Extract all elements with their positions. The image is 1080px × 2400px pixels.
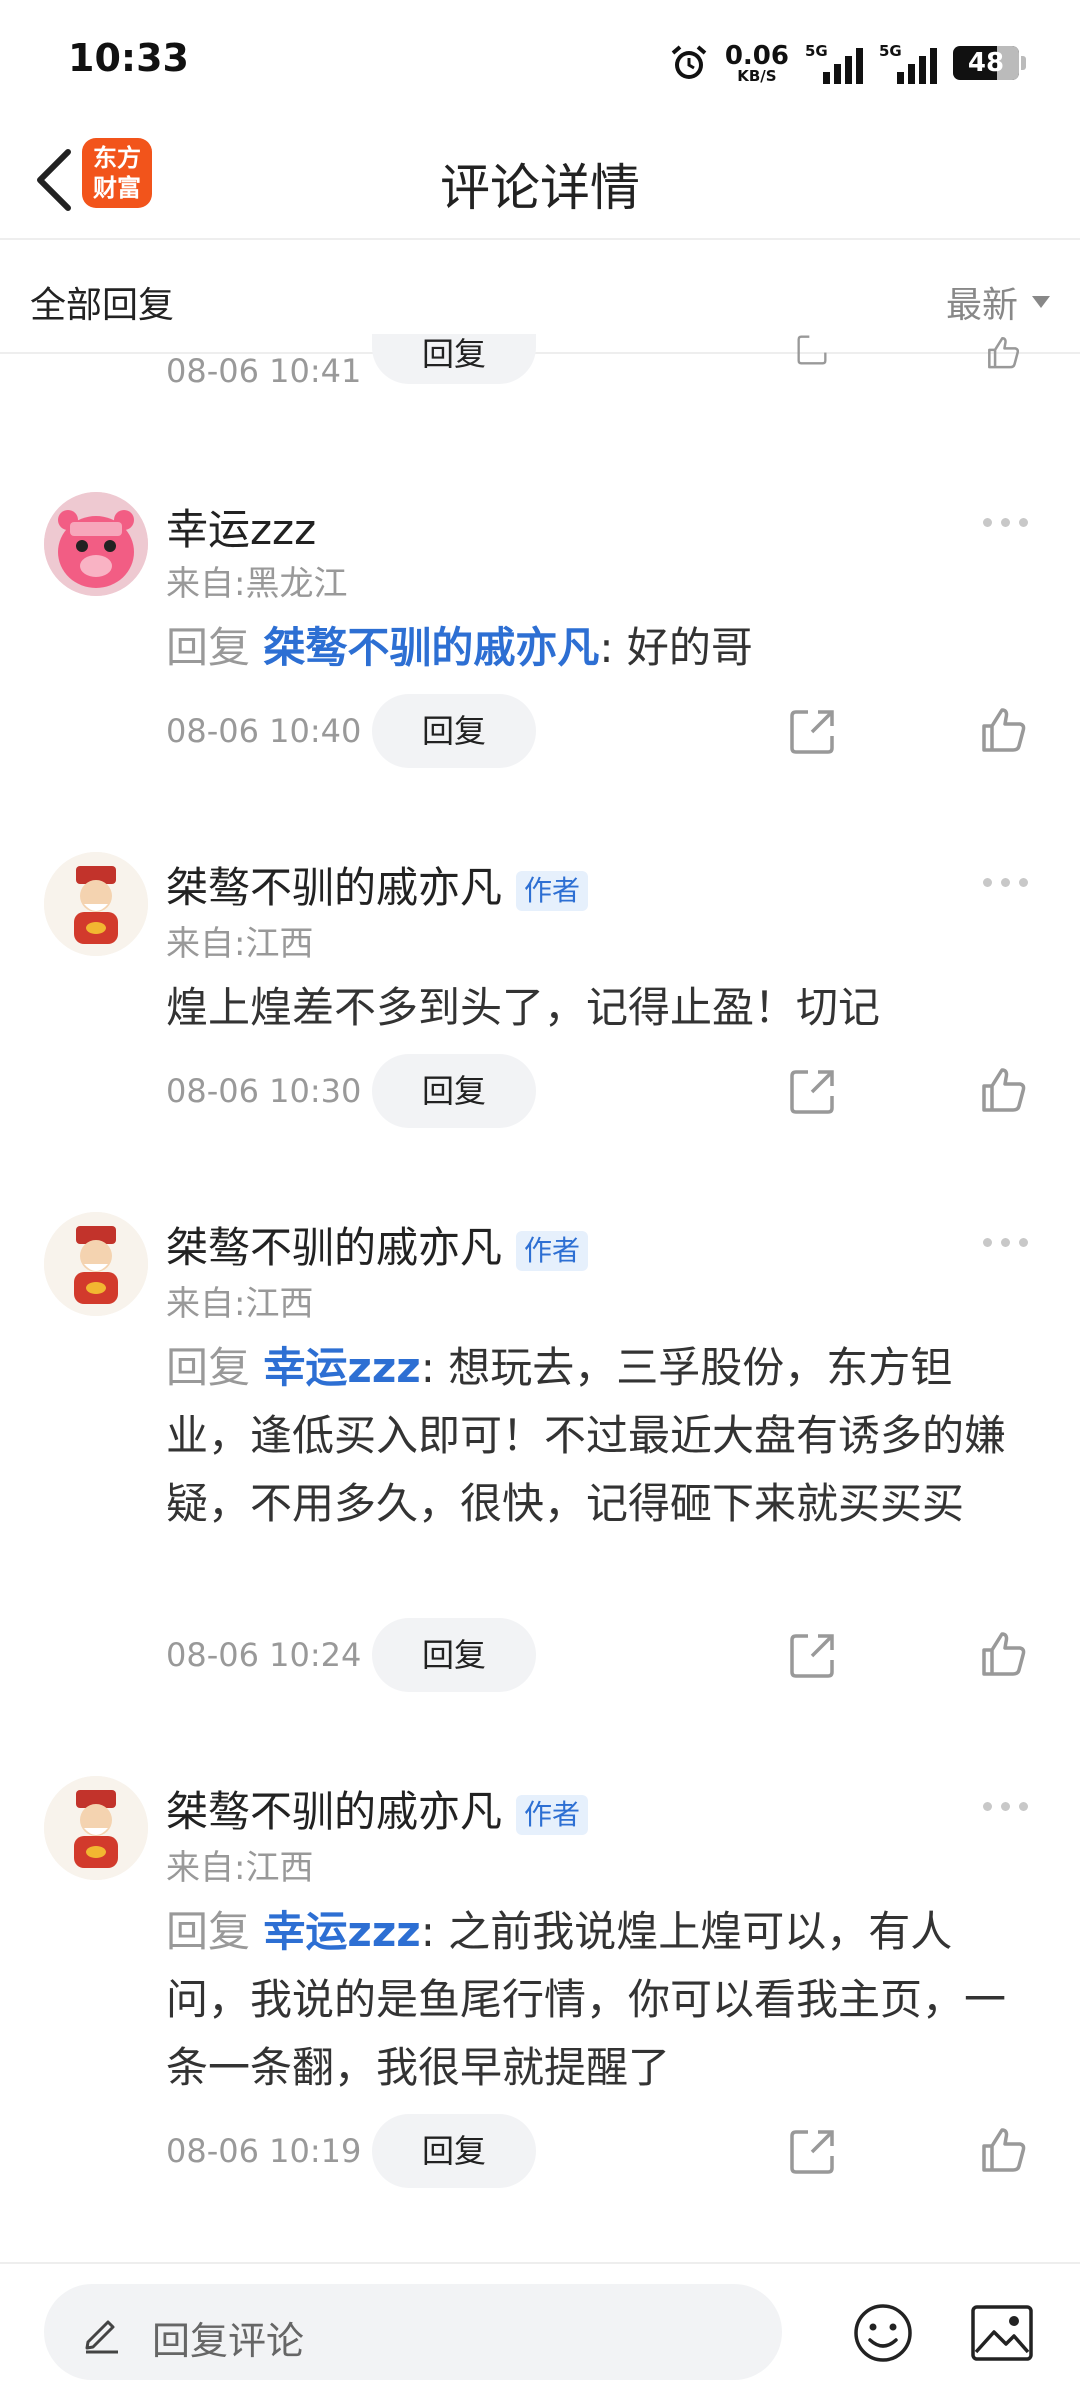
comment-time: 08-06 10:41 bbox=[166, 352, 362, 390]
location-label: 来自:江西 bbox=[166, 1284, 314, 1324]
like-icon[interactable] bbox=[978, 1628, 1028, 1678]
like-icon[interactable] bbox=[978, 334, 1028, 370]
pencil-icon bbox=[85, 2320, 118, 2354]
comment-time: 08-06 10:19 bbox=[166, 2132, 362, 2170]
username[interactable]: 桀骜不驯的戚亦凡 作者 bbox=[166, 1778, 589, 1839]
share-icon[interactable] bbox=[788, 2128, 836, 2176]
net-speed-unit: KB/S bbox=[737, 66, 777, 85]
reply-button[interactable]: 回复 bbox=[372, 1054, 536, 1128]
comment-meta-row: 08-06 10:30 回复 bbox=[0, 1054, 1080, 1128]
dropdown-triangle-icon bbox=[1032, 296, 1050, 308]
username[interactable]: 桀骜不驯的戚亦凡 作者 bbox=[166, 854, 589, 915]
share-icon[interactable] bbox=[788, 1068, 836, 1116]
reply-input[interactable]: 回复评论 bbox=[44, 2284, 782, 2380]
reply-bar: 回复评论 bbox=[0, 2262, 1080, 2400]
battery-tip bbox=[1021, 56, 1026, 70]
like-icon[interactable] bbox=[978, 704, 1028, 754]
comment-content: : 好的哥 bbox=[599, 623, 753, 672]
username-text: 桀骜不驯的戚亦凡 bbox=[166, 1223, 503, 1272]
reply-target-user[interactable]: 幸运zzz bbox=[263, 1343, 420, 1392]
battery-icon: 48 bbox=[953, 46, 1019, 80]
username-text: 桀骜不驯的戚亦凡 bbox=[166, 863, 503, 912]
like-icon[interactable] bbox=[978, 1064, 1028, 1114]
comment-meta-row: 08-06 10:19 回复 bbox=[0, 2114, 1080, 2188]
status-time: 10:33 bbox=[68, 36, 189, 80]
reply-target-user[interactable]: 幸运zzz bbox=[263, 1907, 420, 1956]
more-options-icon[interactable] bbox=[983, 518, 1028, 527]
avatar-image bbox=[44, 1212, 148, 1316]
battery-level: 48 bbox=[967, 48, 1005, 78]
username[interactable]: 幸运zzz bbox=[166, 496, 316, 557]
emoji-icon[interactable] bbox=[852, 2302, 914, 2364]
sort-label: 最新 bbox=[945, 285, 1018, 326]
avatar-image bbox=[44, 1776, 148, 1880]
comment-text: 煌上煌差不多到头了，记得止盈！切记 bbox=[166, 974, 1026, 1042]
location-label: 来自:黑龙江 bbox=[166, 564, 348, 604]
share-icon[interactable] bbox=[788, 334, 836, 366]
all-replies-label: 全部回复 bbox=[30, 285, 175, 326]
status-bar: 10:33 0.06 KB/S 5G 5G 48 bbox=[0, 0, 1080, 120]
reply-prefix: 回复 bbox=[166, 1343, 251, 1392]
like-icon[interactable] bbox=[978, 2124, 1028, 2174]
alarm-icon bbox=[671, 45, 707, 79]
reply-button[interactable]: 回复 bbox=[372, 1618, 536, 1692]
reply-prefix: 回复 bbox=[166, 623, 251, 672]
location-label: 来自:江西 bbox=[166, 1848, 314, 1888]
status-icons: 0.06 KB/S 5G 5G 48 bbox=[669, 38, 1026, 88]
sort-dropdown[interactable]: 最新 bbox=[946, 276, 1050, 328]
username-text: 桀骜不驯的戚亦凡 bbox=[166, 1787, 503, 1836]
comment-text: 回复 幸运zzz: 想玩去，三孚股份，东方钽业，逢低买入即可！不过最近大盘有诱多… bbox=[166, 1334, 1026, 1538]
signal-icon-sim1: 5G bbox=[805, 42, 863, 84]
reply-button[interactable]: 回复 bbox=[372, 2114, 536, 2188]
author-badge: 作者 bbox=[516, 870, 589, 911]
comment-content: 煌上煌差不多到头了，记得止盈！切记 bbox=[166, 983, 881, 1032]
net-speed: 0.06 KB/S bbox=[725, 43, 789, 84]
image-icon[interactable] bbox=[970, 2304, 1034, 2362]
page-title: 评论详情 bbox=[440, 159, 640, 217]
reply-placeholder: 回复评论 bbox=[152, 2319, 305, 2363]
comment-meta-row: 08-06 10:24 回复 bbox=[0, 1618, 1080, 1692]
comment-text: 回复 桀骜不驯的戚亦凡: 好的哥 bbox=[166, 614, 1026, 682]
comment-time: 08-06 10:24 bbox=[166, 1636, 362, 1674]
net-speed-value: 0.06 bbox=[724, 40, 789, 71]
more-options-icon[interactable] bbox=[983, 1238, 1028, 1247]
avatar-image bbox=[44, 492, 148, 596]
avatar[interactable] bbox=[44, 1212, 148, 1316]
reply-prefix: 回复 bbox=[166, 1907, 251, 1956]
signal-icon-sim2: 5G bbox=[879, 42, 937, 84]
more-options-icon[interactable] bbox=[983, 1802, 1028, 1811]
avatar[interactable] bbox=[44, 1776, 148, 1880]
more-options-icon[interactable] bbox=[983, 878, 1028, 887]
avatar[interactable] bbox=[44, 852, 148, 956]
author-badge: 作者 bbox=[516, 1230, 589, 1271]
reply-button[interactable]: 回复 bbox=[372, 694, 536, 768]
comment-time: 08-06 10:40 bbox=[166, 712, 362, 750]
avatar[interactable] bbox=[44, 492, 148, 596]
location-label: 来自:江西 bbox=[166, 924, 314, 964]
share-icon[interactable] bbox=[788, 708, 836, 756]
share-icon[interactable] bbox=[788, 1632, 836, 1680]
comment-meta-row: 08-06 10:40 回复 bbox=[0, 694, 1080, 768]
comment-meta-row: 08-06 10:41 回复 bbox=[0, 334, 1080, 408]
username[interactable]: 桀骜不驯的戚亦凡 作者 bbox=[166, 1214, 589, 1275]
reply-target-user[interactable]: 桀骜不驯的戚亦凡 bbox=[263, 623, 599, 672]
comment-time: 08-06 10:30 bbox=[166, 1072, 362, 1110]
author-badge: 作者 bbox=[516, 1794, 589, 1835]
comment-text: 回复 幸运zzz: 之前我说煌上煌可以，有人问，我说的是鱼尾行情，你可以看我主页… bbox=[166, 1898, 1026, 2102]
reply-button[interactable]: 回复 bbox=[372, 334, 536, 384]
avatar-image bbox=[44, 852, 148, 956]
